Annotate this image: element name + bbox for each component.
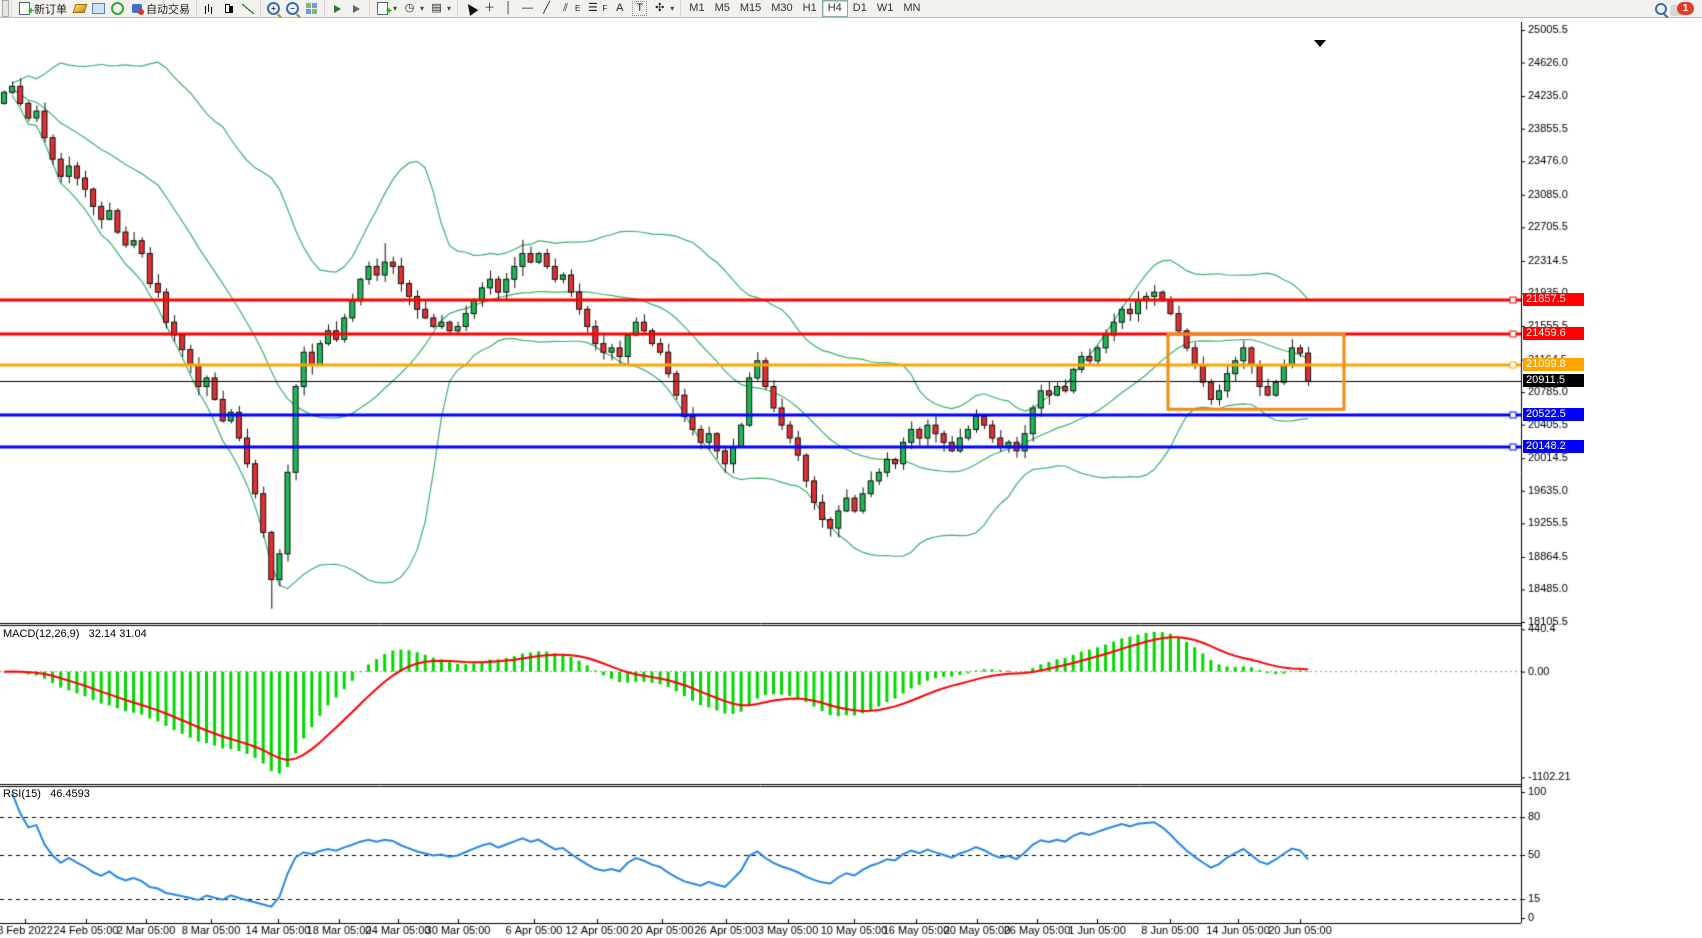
mt4-window: { "window": { "title_symbol": "HK50-,H4"…	[0, 0, 1702, 938]
price-label-bid: 20911.5	[1523, 374, 1584, 387]
rsi-value: 46.4593	[50, 788, 90, 800]
rsi-name: RSI(15)	[3, 788, 41, 800]
price-label-support-1: 20522.5	[1523, 408, 1584, 421]
price-label-support-2: 20148.2	[1523, 440, 1584, 453]
price-label-pivot: 21099.8	[1523, 358, 1584, 371]
macd-indicator-label: MACD(12,26,9) 32.14 31.04	[3, 628, 147, 640]
macd-values: 32.14 31.04	[89, 628, 147, 640]
price-label-resistance-2: 21459.6	[1523, 327, 1584, 340]
price-label-resistance-1: 21857.5	[1523, 293, 1584, 306]
chart-canvas[interactable]	[0, 0, 1702, 938]
macd-name: MACD(12,26,9)	[3, 628, 79, 640]
chart-shift-marker[interactable]	[1314, 40, 1326, 47]
rsi-indicator-label: RSI(15) 46.4593	[3, 788, 90, 800]
